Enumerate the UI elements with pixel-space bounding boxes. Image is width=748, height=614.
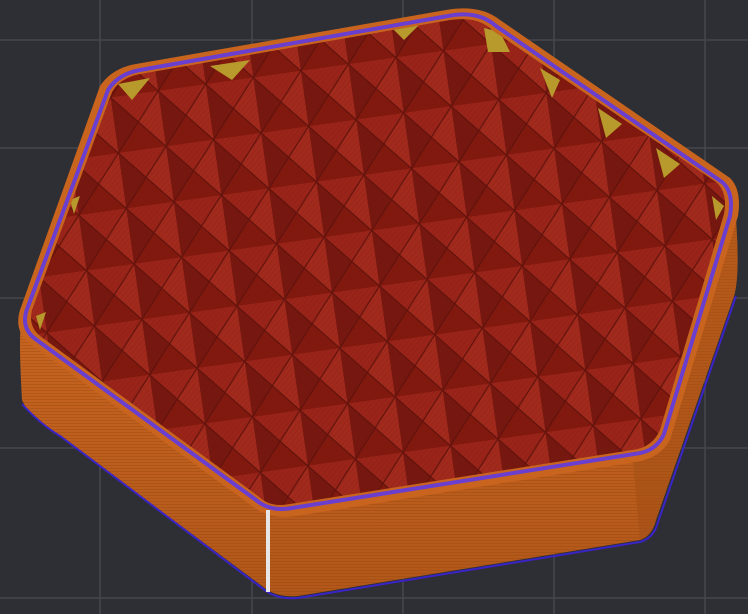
print-preview-canvas[interactable] (0, 0, 748, 614)
3d-preview-viewport[interactable] (0, 0, 748, 614)
layer-seam (266, 510, 270, 592)
